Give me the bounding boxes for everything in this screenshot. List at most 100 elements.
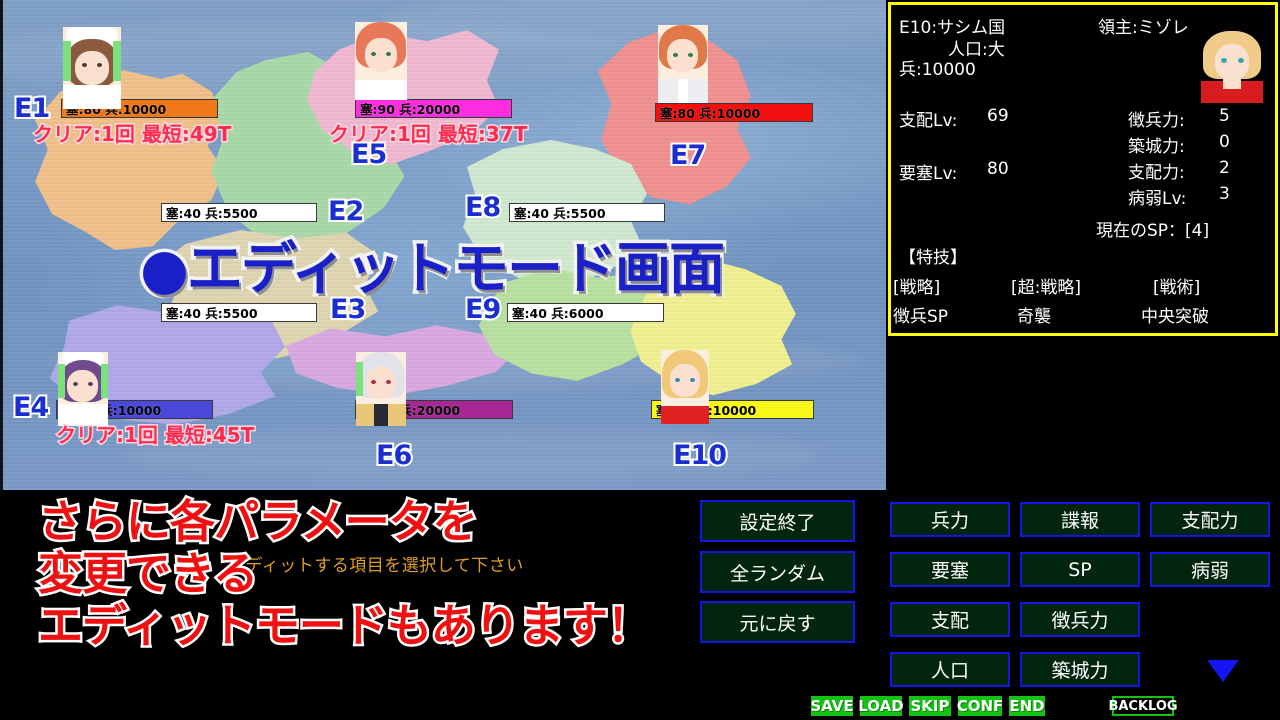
button-param-population[interactable]: 人口 xyxy=(890,652,1010,687)
eye xyxy=(688,53,693,57)
button-param-control-power[interactable]: 支配力 xyxy=(1150,502,1270,537)
button-label: 支配力 xyxy=(1181,510,1239,532)
button-revert[interactable]: 元に戻す xyxy=(700,601,855,643)
region-stat-text: 塞:40 兵:6000 xyxy=(512,306,604,321)
button-param-conscription[interactable]: 徴兵力 xyxy=(1020,602,1140,637)
info-skill-name-0: 徴兵SP xyxy=(893,307,949,327)
next-arrow-icon[interactable] xyxy=(1207,660,1239,682)
button-param-intel[interactable]: 諜報 xyxy=(1020,502,1140,537)
info-rstat-value-0: 5 xyxy=(1219,106,1230,126)
region-code-e7[interactable]: E7 xyxy=(668,138,708,173)
region-code-e5[interactable]: E5 xyxy=(349,137,389,172)
button-label: 諜報 xyxy=(1060,510,1099,532)
info-rstat-label-3: 病弱Lv: xyxy=(1128,189,1187,209)
button-param-fortress[interactable]: 要塞 xyxy=(890,552,1010,587)
button-label: 人口 xyxy=(930,660,969,682)
region-clear-e4: クリア:1回 最短:45T xyxy=(54,422,255,449)
region-code-e8[interactable]: E8 xyxy=(463,190,503,225)
eye xyxy=(1221,58,1227,63)
region-statbar-e7[interactable]: 塞:80 兵:10000 xyxy=(655,103,813,122)
region-stat-text: 塞:80 兵:10000 xyxy=(660,106,761,121)
system-bar: SAVE LOAD SKIP CONF END BACKLOG xyxy=(0,696,1280,718)
region-portrait-e4[interactable] xyxy=(58,352,108,426)
info-skill-category-1: [超:戦略] xyxy=(1011,278,1081,298)
info-lord: 領主:ミゾレ xyxy=(1098,18,1189,38)
region-portrait-e7[interactable] xyxy=(658,25,708,103)
info-rstat-label-1: 築城力: xyxy=(1128,137,1185,157)
neck xyxy=(1223,75,1241,89)
info-skill-name-2: 中央突破 xyxy=(1141,307,1209,327)
region-portrait-e10[interactable] xyxy=(661,350,709,424)
button-label: BACKLOG xyxy=(1108,698,1178,714)
accent xyxy=(63,41,71,81)
button-label: END xyxy=(1009,697,1045,715)
face xyxy=(67,370,98,402)
game-screen: E1 塞:80 兵:10000 クリア:1回 最短:49T 塞:90 兵:200… xyxy=(0,0,1280,720)
eye xyxy=(82,63,87,67)
button-param-construction[interactable]: 築城力 xyxy=(1020,652,1140,687)
button-all-random[interactable]: 全ランダム xyxy=(700,551,855,593)
region-statbar-e2[interactable]: 塞:40 兵:5500 xyxy=(161,203,317,222)
info-rstat-label-2: 支配力: xyxy=(1128,163,1185,183)
region-statbar-e5[interactable]: 塞:90 兵:20000 xyxy=(355,99,512,118)
system-button-backlog[interactable]: BACKLOG xyxy=(1108,696,1178,716)
button-label: 全ランダム xyxy=(729,562,825,585)
button-label: LOAD xyxy=(858,697,904,715)
region-portrait-e1[interactable] xyxy=(63,27,121,109)
uniform xyxy=(63,85,121,109)
accent xyxy=(101,364,108,398)
region-code-e6[interactable]: E6 xyxy=(374,438,414,473)
button-label: 設定終了 xyxy=(739,511,816,534)
region-code-e1[interactable]: E1 xyxy=(12,91,52,126)
face xyxy=(365,38,397,72)
info-rstat-value-1: 0 xyxy=(1219,132,1230,152)
button-label: SKIP xyxy=(910,697,950,715)
info-stat-value-0: 69 xyxy=(987,106,1009,126)
button-param-frailty[interactable]: 病弱 xyxy=(1150,552,1270,587)
button-label: 兵力 xyxy=(930,510,969,532)
region-code-e10[interactable]: E10 xyxy=(671,438,729,473)
region-info-panel: E10:サシム国 領主:ミゾレ 人口:大 兵:10000 支配Lv: 69 要塞… xyxy=(888,2,1278,336)
lord-portrait xyxy=(1201,31,1263,103)
info-skill-name-1: 奇襲 xyxy=(1017,307,1051,327)
region-code-e2[interactable]: E2 xyxy=(326,194,366,229)
button-label: 築城力 xyxy=(1051,660,1109,682)
info-stat-value-1: 80 xyxy=(987,159,1009,179)
eye xyxy=(371,380,376,384)
region-statbar-e3[interactable]: 塞:40 兵:5500 xyxy=(161,303,317,322)
button-param-troops[interactable]: 兵力 xyxy=(890,502,1010,537)
overlay-title: ●エディットモード画面 xyxy=(137,234,729,306)
eye xyxy=(371,52,376,56)
button-label: 病弱 xyxy=(1190,560,1229,582)
promo-line-1: 変更できる xyxy=(35,545,260,602)
uniform xyxy=(355,80,407,100)
button-settings-end[interactable]: 設定終了 xyxy=(700,500,855,542)
region-stat-text: 塞:90 兵:20000 xyxy=(360,102,461,117)
eye xyxy=(673,53,678,57)
button-param-sp[interactable]: SP xyxy=(1020,552,1140,587)
info-skills-header: 【特技】 xyxy=(899,248,967,268)
system-button-load[interactable]: LOAD xyxy=(858,696,904,716)
system-button-conf[interactable]: CONF xyxy=(957,696,1003,716)
region-portrait-e6[interactable] xyxy=(356,352,406,426)
region-statbar-e8[interactable]: 塞:40 兵:5500 xyxy=(509,203,665,222)
promo-line-0: さらに各パラメータを xyxy=(36,493,481,550)
region-code-e4[interactable]: E4 xyxy=(11,390,51,425)
eye xyxy=(675,378,680,382)
info-rstat-value-2: 2 xyxy=(1219,158,1230,178)
region-portrait-e5[interactable] xyxy=(355,22,407,100)
button-label: SP xyxy=(1068,558,1092,581)
region-statbar-e9[interactable]: 塞:40 兵:6000 xyxy=(507,303,664,322)
region-stat-text: 塞:40 兵:5500 xyxy=(166,306,258,321)
info-troops: 兵:10000 xyxy=(899,60,976,80)
button-label: SAVE xyxy=(810,697,854,715)
button-param-control[interactable]: 支配 xyxy=(890,602,1010,637)
region-stat-text: 塞:40 兵:5500 xyxy=(166,206,258,221)
eye xyxy=(690,378,695,382)
dress xyxy=(661,406,709,424)
system-button-skip[interactable]: SKIP xyxy=(909,696,951,716)
system-button-end[interactable]: END xyxy=(1009,696,1045,716)
eye xyxy=(386,380,391,384)
promo-text: さらに各パラメータを 変更できる エディットモードもあります！ xyxy=(35,493,654,654)
system-button-save[interactable]: SAVE xyxy=(810,696,854,716)
